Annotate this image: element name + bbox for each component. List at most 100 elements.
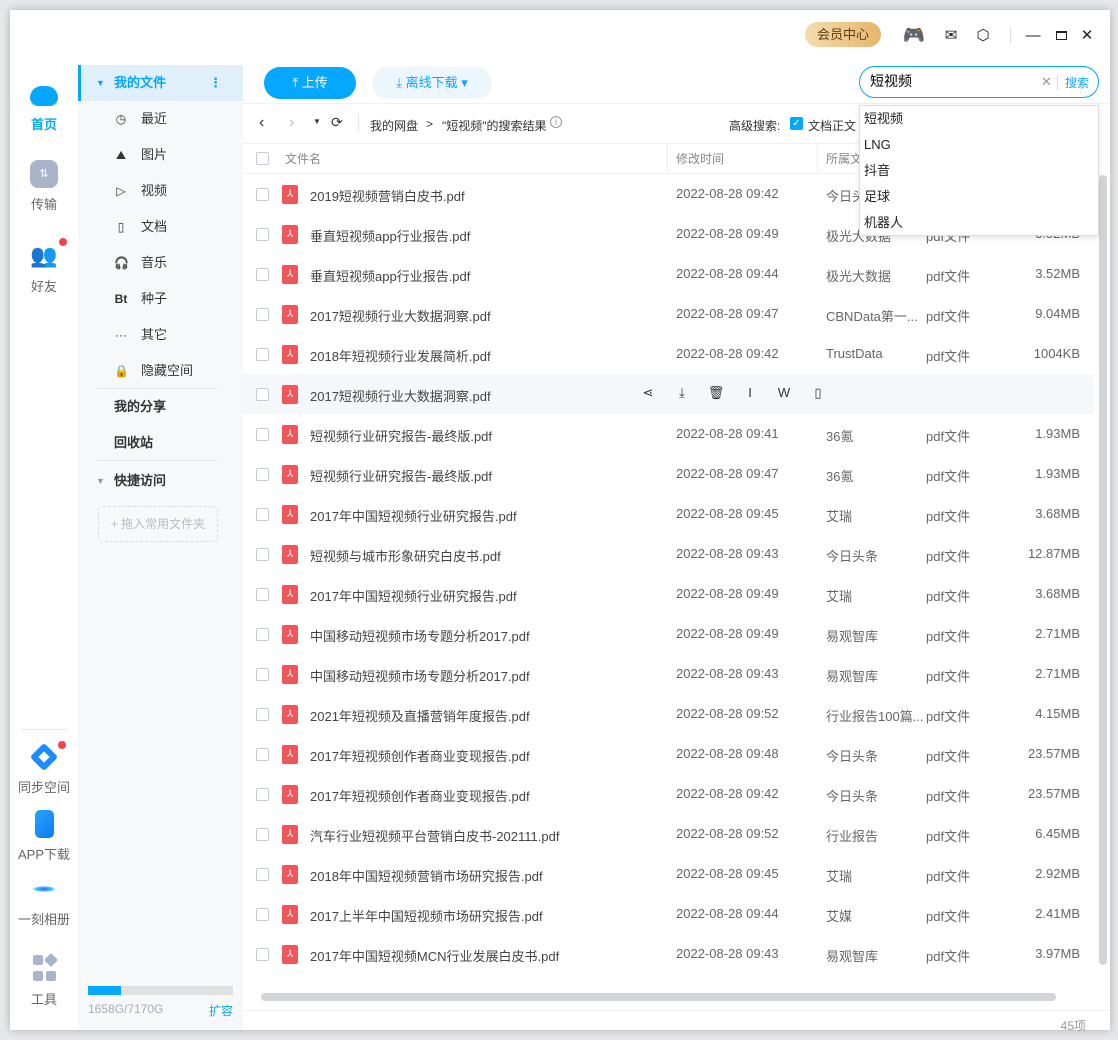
row-checkbox[interactable] [256,268,269,281]
refresh-icon[interactable]: ⟳ [331,114,343,131]
sidebar-item-video[interactable]: ▷ 视频 [78,173,243,209]
table-row[interactable]: ⅄ 2017年短视频创作者商业变现报告.pdf 2022-08-28 09:48 … [243,734,1093,774]
nav-transfer[interactable]: ⇅ 传输 [10,160,78,213]
row-checkbox[interactable] [256,868,269,881]
file-name[interactable]: 2017年短视频创作者商业变现报告.pdf [310,746,530,765]
file-name[interactable]: 2021年短视频及直播营销年度报告.pdf [310,706,530,725]
table-row[interactable]: ⅄ 2017年中国短视频行业研究报告.pdf 2022-08-28 09:49 艾… [243,574,1093,614]
file-name[interactable]: 中国移动短视频市场专题分析2017.pdf [310,626,530,645]
file-source[interactable]: 艾瑞 [826,866,852,885]
settings-icon[interactable]: ⬡ [972,24,994,46]
file-source[interactable]: 36氪 [826,466,853,485]
row-checkbox[interactable] [256,788,269,801]
row-checkbox[interactable] [256,748,269,761]
file-name[interactable]: 2017年短视频创作者商业变现报告.pdf [310,786,530,805]
row-checkbox[interactable] [256,468,269,481]
clear-icon[interactable]: ✕ [1041,74,1052,90]
file-source[interactable]: 易观智库 [826,666,878,685]
file-source[interactable]: 36氪 [826,426,853,445]
more-icon[interactable]: ▯ [809,384,827,402]
more-icon[interactable]: ⋮ [209,65,222,101]
file-source[interactable]: 极光大数据 [826,266,891,285]
file-name[interactable]: 2017短视频行业大数据洞察.pdf [310,386,491,405]
row-checkbox[interactable] [256,428,269,441]
file-name[interactable]: 2019短视频营销白皮书.pdf [310,186,465,205]
back-icon[interactable]: ‹ [259,114,264,132]
file-source[interactable]: 行业报告100篇... [826,706,924,725]
file-source[interactable]: 行业报告 [826,826,878,845]
table-row[interactable]: ⅄ 中国移动短视频市场专题分析2017.pdf 2022-08-28 09:43 … [243,654,1093,694]
horizontal-scrollbar[interactable] [261,993,1056,1001]
close-icon[interactable]: ✕ [1076,24,1098,46]
search-button[interactable]: 搜索 [1065,74,1089,91]
file-name[interactable]: 2018年中国短视频营销市场研究报告.pdf [310,866,543,885]
file-name[interactable]: 2017短视频行业大数据洞察.pdf [310,306,491,325]
row-checkbox[interactable] [256,948,269,961]
search-input[interactable] [870,73,1040,89]
row-checkbox[interactable] [256,708,269,721]
share-icon[interactable]: ⋖ [639,384,657,402]
row-checkbox[interactable] [256,588,269,601]
file-name[interactable]: 2017年中国短视频行业研究报告.pdf [310,586,517,605]
table-row[interactable]: ⅄ 短视频与城市形象研究白皮书.pdf 2022-08-28 09:43 今日头条… [243,534,1093,574]
table-row[interactable]: ⅄ 2017上半年中国短视频市场研究报告.pdf 2022-08-28 09:44… [243,894,1093,934]
file-source[interactable]: 易观智库 [826,946,878,965]
file-source[interactable]: 今日头条 [826,746,878,765]
maximize-icon[interactable] [1050,24,1072,46]
sidebar-item-other[interactable]: ··· 其它 [78,317,243,353]
file-name[interactable]: 2017年中国短视频MCN行业发展白皮书.pdf [310,946,559,965]
fulltext-checkbox[interactable]: ✓ [790,117,803,130]
table-row[interactable]: ⅄ 2021年短视频及直播营销年度报告.pdf 2022-08-28 09:52 … [243,694,1093,734]
table-row[interactable]: ⅄ 汽车行业短视频平台营销白皮书-202111.pdf 2022-08-28 09… [243,814,1093,854]
delete-icon[interactable]: 🗑 [707,384,725,402]
row-checkbox[interactable] [256,228,269,241]
column-time[interactable]: 修改时间 [667,144,724,174]
suggestion-item[interactable]: 足球 [860,184,1098,210]
file-source[interactable]: CBNData第一... [826,306,918,325]
sidebar-item-hidden-space[interactable]: 🔒 隐藏空间 [78,353,243,389]
sidebar-item-docs[interactable]: ▯ 文档 [78,209,243,245]
suggestion-item[interactable]: 机器人 [860,210,1098,236]
sidebar-my-share[interactable]: 我的分享 [78,389,243,425]
table-row[interactable]: ⅄ 中国移动短视频市场专题分析2017.pdf 2022-08-28 09:49 … [243,614,1093,654]
mail-icon[interactable]: ✉ [940,24,962,46]
file-name[interactable]: 短视频行业研究报告-最终版.pdf [310,426,492,445]
nav-tools[interactable]: 工具 [10,952,78,1008]
word-convert-icon[interactable]: W [775,384,793,402]
file-source[interactable]: 今日头条 [826,786,878,805]
sidebar-item-recent[interactable]: ◷ 最近 [78,101,243,137]
nav-app-download[interactable]: APP下载 [10,810,78,863]
offline-download-button[interactable]: ⤓ 离线下载 ▾ [372,67,492,99]
sidebar-quick-access[interactable]: ▼ 快捷访问 [78,463,243,499]
file-source[interactable]: 今日头条 [826,546,878,565]
breadcrumb-root[interactable]: 我的网盘 [370,117,418,134]
row-checkbox[interactable] [256,668,269,681]
file-source[interactable]: 艾瑞 [826,506,852,525]
file-name[interactable]: 中国移动短视频市场专题分析2017.pdf [310,666,530,685]
column-name[interactable]: 文件名 [277,144,321,174]
file-name[interactable]: 短视频与城市形象研究白皮书.pdf [310,546,501,565]
rename-icon[interactable]: I [741,384,759,402]
file-source[interactable]: 易观智库 [826,626,878,645]
file-name[interactable]: 短视频行业研究报告-最终版.pdf [310,466,492,485]
download-icon[interactable]: ⤓ [673,384,691,402]
table-row[interactable]: ⅄ 2017年中国短视频行业研究报告.pdf 2022-08-28 09:45 艾… [243,494,1093,534]
table-row[interactable]: ⅄ 2017年中国短视频MCN行业发展白皮书.pdf 2022-08-28 09:… [243,934,1093,974]
table-row[interactable]: ⅄ 垂直短视频app行业报告.pdf 2022-08-28 09:44 极光大数据… [243,254,1093,294]
sidebar-item-music[interactable]: 🎧 音乐 [78,245,243,281]
vertical-scrollbar[interactable] [1099,175,1107,965]
file-name[interactable]: 垂直短视频app行业报告.pdf [310,226,470,245]
table-row[interactable]: ⅄ 2017短视频行业大数据洞察.pdf ⋖ ⤓ 🗑 I W ▯ [243,374,1093,414]
row-checkbox[interactable] [256,188,269,201]
row-checkbox[interactable] [256,308,269,321]
file-name[interactable]: 2018年短视频行业发展简析.pdf [310,346,491,365]
vip-center-button[interactable]: 会员中心 [805,22,881,47]
row-checkbox[interactable] [256,628,269,641]
sidebar-item-torrent[interactable]: Bt 种子 [78,281,243,317]
row-checkbox[interactable] [256,348,269,361]
file-name[interactable]: 汽车行业短视频平台营销白皮书-202111.pdf [310,826,559,845]
table-row[interactable]: ⅄ 2018年中国短视频营销市场研究报告.pdf 2022-08-28 09:45… [243,854,1093,894]
row-checkbox[interactable] [256,828,269,841]
row-checkbox[interactable] [256,388,269,401]
suggestion-item[interactable]: 短视频 [860,106,1098,132]
